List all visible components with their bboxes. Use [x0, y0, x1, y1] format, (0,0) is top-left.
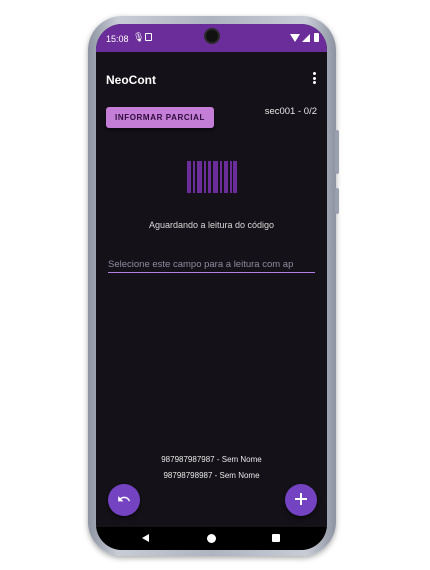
- scan-status-text: Aguardando a leitura do código: [148, 220, 275, 230]
- sd-card-icon: [145, 33, 152, 41]
- battery-icon: [314, 33, 319, 42]
- informar-parcial-button[interactable]: INFORMAR PARCIAL: [106, 107, 214, 128]
- add-button[interactable]: [285, 484, 317, 516]
- plus-icon: [295, 492, 307, 505]
- list-item: 987987987987 - Sem Nome: [161, 455, 262, 464]
- wifi-icon: [290, 34, 300, 42]
- list-item: 98798798987 - Sem Nome: [163, 471, 260, 480]
- app-title: NeoCont: [106, 73, 156, 87]
- read-items-list: 987987987987 - Sem Nome 98798798987 - Se…: [96, 452, 327, 484]
- volume-button: [335, 130, 339, 174]
- phone-screen: 15:08 🎙 NeoCont INFORMAR PARCIAL sec001 …: [96, 24, 327, 550]
- recents-icon[interactable]: [272, 534, 280, 542]
- mic-icon: 🎙: [133, 32, 145, 42]
- more-vert-icon[interactable]: [313, 72, 317, 86]
- status-bar: 15:08 🎙: [96, 24, 327, 52]
- power-button: [335, 188, 339, 214]
- status-time: 15:08: [106, 34, 129, 44]
- home-icon[interactable]: [207, 534, 216, 543]
- section-counter: sec001 - 0/2: [264, 106, 317, 117]
- navigation-bar: [96, 527, 327, 550]
- barcode-icon: [187, 161, 237, 193]
- barcode-scan-input[interactable]: [108, 256, 315, 273]
- camera-icon: [206, 30, 218, 42]
- signal-icon: [302, 34, 310, 42]
- back-icon[interactable]: [142, 534, 149, 542]
- undo-button[interactable]: [108, 484, 140, 516]
- undo-icon: [118, 495, 131, 501]
